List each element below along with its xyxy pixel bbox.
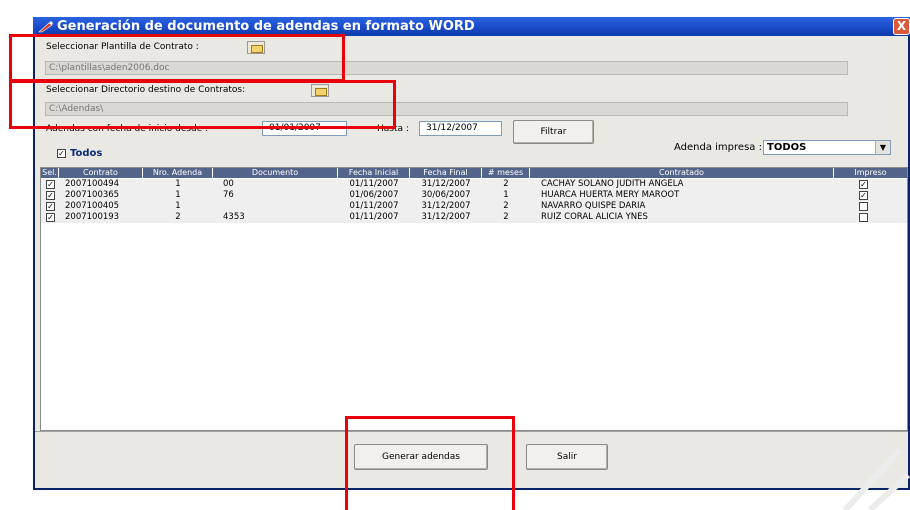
cell-contrato: 2007100494 xyxy=(65,179,120,189)
cell-nro-adenda: 1 xyxy=(175,179,181,189)
cell-contrato: 2007100193 xyxy=(65,212,120,222)
cell-fecha-inicial: 01/11/2007 xyxy=(349,201,399,211)
cell-contratado: HUARCA HUERTA MERY MAROOT xyxy=(541,190,680,200)
column-header-contratado[interactable]: Contratado xyxy=(530,168,834,178)
row-select-checkbox[interactable]: ✓ xyxy=(46,213,55,222)
cell-meses: 2 xyxy=(503,179,509,189)
highlight-box-destination xyxy=(9,80,396,129)
cell-fecha-inicial: 01/11/2007 xyxy=(349,212,399,222)
cell-nro-adenda: 1 xyxy=(175,190,181,200)
cell-documento: 00 xyxy=(223,179,234,189)
window-title: Generación de documento de adendas en fo… xyxy=(57,19,475,34)
watermark-decoration xyxy=(842,447,910,510)
pen-icon xyxy=(38,21,53,33)
filter-button[interactable]: Filtrar xyxy=(513,120,594,144)
chevron-down-icon[interactable]: ▼ xyxy=(875,141,890,154)
row-select-checkbox[interactable]: ✓ xyxy=(46,180,55,189)
cell-meses: 2 xyxy=(503,212,509,222)
cell-documento xyxy=(223,201,333,212)
adenda-impresa-value: TODOS xyxy=(767,142,807,153)
table-row[interactable]: ✓ 2007100193 2 4353 01/11/2007 31/12/200… xyxy=(41,212,907,223)
todos-label: Todos xyxy=(70,148,103,159)
cell-meses: 1 xyxy=(503,190,509,200)
adenda-impresa-label: Adenda impresa : xyxy=(674,142,762,153)
highlight-box-generate xyxy=(345,416,515,510)
cell-contratado: RUIZ CORAL ALICIA YNES xyxy=(541,212,648,222)
column-header-nro-adenda[interactable]: Nro. Adenda xyxy=(143,168,213,178)
row-impreso-checkbox[interactable] xyxy=(859,213,868,222)
cell-fecha-final: 31/12/2007 xyxy=(421,212,471,222)
cell-contratado: CACHAY SOLANO JUDITH ANGELA xyxy=(541,179,684,189)
table-row[interactable]: ✓ 2007100405 1 01/11/2007 31/12/2007 2 N… xyxy=(41,201,907,212)
column-header-meses[interactable]: # meses xyxy=(482,168,530,178)
cell-fecha-inicial: 01/11/2007 xyxy=(349,179,399,189)
row-impreso-checkbox[interactable]: ✓ xyxy=(859,180,868,189)
cell-contrato: 2007100405 xyxy=(65,201,120,211)
exit-button[interactable]: Salir xyxy=(526,444,608,470)
table-row[interactable]: ✓ 2007100494 1 00 01/11/2007 31/12/2007 … xyxy=(41,179,907,190)
adendas-table[interactable]: Sel. Contrato Nro. Adenda Documento Fech… xyxy=(40,167,908,431)
cell-meses: 2 xyxy=(503,201,509,211)
row-select-checkbox[interactable]: ✓ xyxy=(46,191,55,200)
highlight-box-template xyxy=(9,34,345,82)
cell-fecha-inicial: 01/06/2007 xyxy=(349,190,399,200)
cell-fecha-final: 31/12/2007 xyxy=(421,201,471,211)
row-impreso-checkbox[interactable]: ✓ xyxy=(859,191,868,200)
cell-nro-adenda: 1 xyxy=(175,201,181,211)
cell-contrato: 2007100365 xyxy=(65,190,120,200)
cell-documento: 76 xyxy=(223,190,234,200)
table-row[interactable]: ✓ 2007100365 1 76 01/06/2007 30/06/2007 … xyxy=(41,190,907,201)
todos-checkbox[interactable]: ✓ xyxy=(57,149,66,158)
column-header-impreso[interactable]: Impreso xyxy=(834,168,907,178)
cell-nro-adenda: 2 xyxy=(175,212,181,222)
column-header-fecha-final[interactable]: Fecha Final xyxy=(410,168,482,178)
cell-documento: 4353 xyxy=(223,212,245,222)
row-impreso-checkbox[interactable] xyxy=(859,202,868,211)
column-header-documento[interactable]: Documento xyxy=(213,168,338,178)
cell-fecha-final: 30/06/2007 xyxy=(421,190,471,200)
close-button[interactable]: X xyxy=(893,18,910,35)
column-header-contrato[interactable]: Contrato xyxy=(59,168,143,178)
row-select-checkbox[interactable]: ✓ xyxy=(46,202,55,211)
date-to-field[interactable]: 31/12/2007 xyxy=(419,121,502,136)
cell-fecha-final: 31/12/2007 xyxy=(421,179,471,189)
adenda-impresa-select[interactable]: TODOS ▼ xyxy=(763,140,891,155)
column-header-sel[interactable]: Sel. xyxy=(41,168,59,178)
column-header-fecha-inicial[interactable]: Fecha Inicial xyxy=(338,168,410,178)
cell-contratado: NAVARRO QUISPE DARIA xyxy=(541,201,646,211)
